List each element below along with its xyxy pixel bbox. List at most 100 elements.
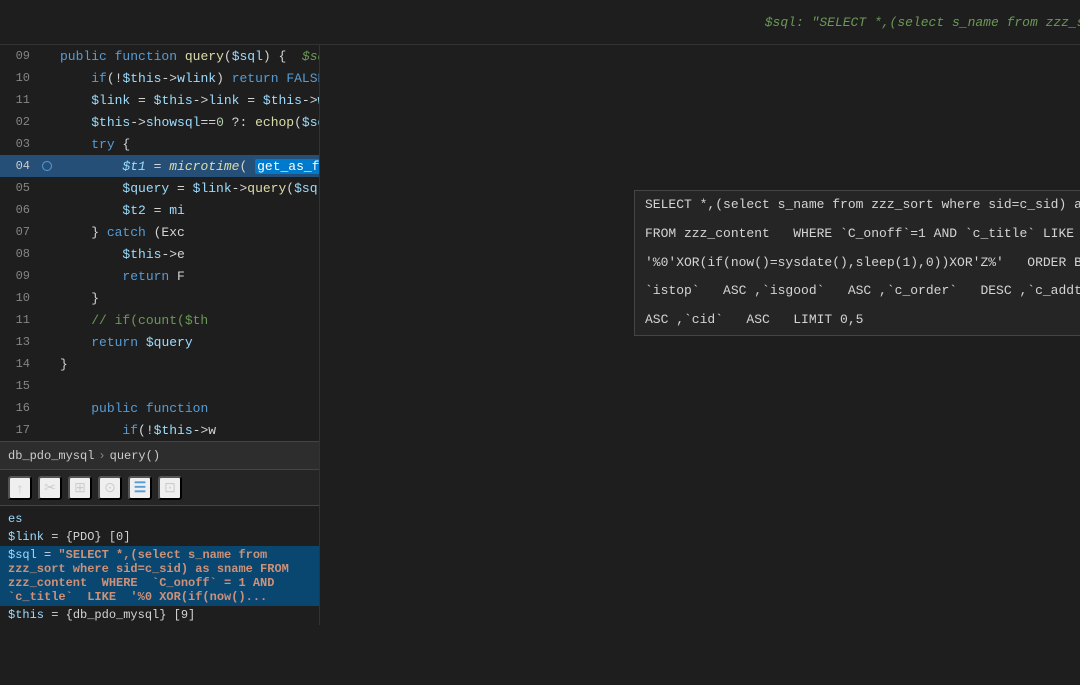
breadcrumb-method: query() xyxy=(110,449,160,463)
tooltip-text-4: `istop` ASC ,`isgood` ASC ,`c_order` DES… xyxy=(645,281,1080,302)
left-panel: 09 public function query($sql) { $sql: "… xyxy=(0,45,320,685)
code-line-08: 08 $this->e xyxy=(0,243,319,265)
code-line-06: 06 $t2 = mi xyxy=(0,199,319,221)
top-comment-where: $sql: "SELECT *,(select s_name from zzz_… xyxy=(765,15,1080,30)
line-content-03: try { xyxy=(56,137,319,152)
breadcrumb-file: db_pdo_mysql xyxy=(8,449,94,463)
code-line-02: 02 $this->showsql==0 ?: echop($sql); $sq… xyxy=(0,111,319,133)
var-name-link: $link xyxy=(8,530,44,544)
line-num-09: 09 xyxy=(0,49,38,63)
code-lines: 09 public function query($sql) { $sql: "… xyxy=(0,45,319,441)
line-num-05: 05 xyxy=(0,181,38,195)
toolbar-btn-list[interactable]: ☰ xyxy=(128,476,152,500)
tooltip-text-3: '%0'XOR(if(now()=sysdate(),sleep(1),0))X… xyxy=(645,253,1080,274)
code-line-17: 17 if(!$this->w xyxy=(0,419,319,441)
var-entry-cookie[interactable]: $_COOKIE = {array} [3] xyxy=(0,624,319,625)
line-num-11: 11 xyxy=(0,93,38,107)
line-content-06: $t2 = mi xyxy=(56,203,319,218)
code-line-15: 15 xyxy=(0,375,319,397)
toolbar-btn-grid[interactable]: ⊡ xyxy=(158,476,182,500)
breadcrumb-bar: db_pdo_mysql › query() xyxy=(0,441,319,469)
line-content-13: return $query xyxy=(56,335,319,350)
breadcrumb-separator: › xyxy=(98,449,105,463)
line-content-09: public function query($sql) { $sql: "SEL… xyxy=(56,49,319,64)
line-num-06: 06 xyxy=(0,203,38,217)
code-line-09: 09 public function query($sql) { $sql: "… xyxy=(0,45,319,67)
tooltip-text-5: ASC ,`cid` ASC LIMIT 0,5 xyxy=(645,310,863,331)
line-num-10: 10 xyxy=(0,71,38,85)
tooltip-text-2: FROM zzz_content WHERE `C_onoff`=1 AND `… xyxy=(645,224,1074,245)
code-line-10: 10 if(!$this->wlink) return FALSE; xyxy=(0,67,319,89)
line-num-15: 15 xyxy=(0,379,38,393)
editor-container: $sql: "SELECT *,(select s_name from zzz_… xyxy=(0,0,1080,685)
var-eq-link: = {PDO} [0] xyxy=(51,530,130,544)
breakpoint-icon[interactable] xyxy=(42,161,52,171)
code-line-13: 13 return $query xyxy=(0,331,319,353)
toolbar-btn-upload[interactable]: ↑ xyxy=(8,476,32,500)
line-num-11b: 11 xyxy=(0,313,38,327)
var-entry-sql[interactable]: $sql = "SELECT *,(select s_name from zzz… xyxy=(0,546,319,606)
line-num-04: 04 xyxy=(0,159,38,173)
tooltip-text-1: SELECT *,(select s_name from zzz_sort wh… xyxy=(645,195,1080,216)
code-line-07: 07 } catch (Exc xyxy=(0,221,319,243)
top-comment-text: $sql: "SELECT *,(select s_name from zzz_… xyxy=(8,15,1080,30)
sql-panel: SELECT *,(select s_name from zzz_sort wh… xyxy=(320,45,1080,685)
line-num-17: 17 xyxy=(0,423,38,437)
var-entry-this[interactable]: $this = {db_pdo_mysql} [9] xyxy=(0,606,319,624)
line-num-09b: 09 xyxy=(0,269,38,283)
highlight-token: get_as_float: xyxy=(255,159,319,174)
tooltip-line-4: `istop` ASC ,`isgood` ASC ,`c_order` DES… xyxy=(635,277,1080,306)
debug-toolbar: ↑ ✂ ⊞ ⊙ ☰ ⊡ xyxy=(0,469,319,505)
line-num-08: 08 xyxy=(0,247,38,261)
code-line-05: 05 $query = $link->query($sql); xyxy=(0,177,319,199)
var-eq-sql: = xyxy=(44,548,58,562)
line-content-02: $this->showsql==0 ?: echop($sql); $sql: … xyxy=(56,115,319,130)
tooltip-line-5: ASC ,`cid` ASC LIMIT 0,5 xyxy=(635,306,1080,335)
line-content-07: } catch (Exc xyxy=(56,225,319,240)
tooltip-line-1: SELECT *,(select s_name from zzz_sort wh… xyxy=(635,191,1080,220)
var-eq-this: = {db_pdo_mysql} [9] xyxy=(51,608,195,622)
code-line-14: 14 } xyxy=(0,353,319,375)
var-entry-link[interactable]: $link = {PDO} [0] xyxy=(0,528,319,546)
line-content-16: public function xyxy=(56,401,319,416)
code-line-10b: 10 } xyxy=(0,287,319,309)
code-editor: 09 public function query($sql) { $sql: "… xyxy=(0,45,320,625)
top-comment-bar: $sql: "SELECT *,(select s_name from zzz_… xyxy=(0,0,1080,45)
line-content-09b: return F xyxy=(56,269,319,284)
line-content-14: } xyxy=(56,357,319,372)
line-num-03: 03 xyxy=(0,137,38,151)
line-content-17: if(!$this->w xyxy=(56,423,319,438)
line-num-13: 13 xyxy=(0,335,38,349)
line-content-10b: } xyxy=(56,291,319,306)
line-content-10: if(!$this->wlink) return FALSE; xyxy=(56,71,319,86)
variable-panel: es $link = {PDO} [0] $sql = "SELECT *,(s… xyxy=(0,505,319,625)
tooltip-line-3: '%0'XOR(if(now()=sysdate(),sleep(1),0))X… xyxy=(635,249,1080,278)
var-name-es: es xyxy=(8,512,22,526)
tooltip-line-2: FROM zzz_content WHERE `C_onoff`=1 AND `… xyxy=(635,220,1080,249)
line-num-10b: 10 xyxy=(0,291,38,305)
line-gutter-04 xyxy=(38,161,56,171)
tooltip-panel: SELECT *,(select s_name from zzz_sort wh… xyxy=(634,190,1080,336)
line-content-04: $t1 = microtime( get_as_float: 1); xyxy=(56,159,319,174)
line-num-02: 02 xyxy=(0,115,38,129)
line-content-08: $this->e xyxy=(56,247,319,262)
var-name-sql: $sql xyxy=(8,548,37,562)
toolbar-btn-table[interactable]: ⊞ xyxy=(68,476,92,500)
editor-main: 09 public function query($sql) { $sql: "… xyxy=(0,45,1080,685)
code-line-09b: 09 return F xyxy=(0,265,319,287)
line-content-05: $query = $link->query($sql); xyxy=(56,181,319,196)
code-line-04: 04 $t1 = microtime( get_as_float: 1); xyxy=(0,155,319,177)
line-num-14: 14 xyxy=(0,357,38,371)
code-line-11: 11 $link = $this->link = $this->wlink; l… xyxy=(0,89,319,111)
toolbar-btn-cut[interactable]: ✂ xyxy=(38,476,62,500)
line-num-07: 07 xyxy=(0,225,38,239)
line-num-16: 16 xyxy=(0,401,38,415)
var-name-this: $this xyxy=(8,608,44,622)
line-content-11: $link = $this->link = $this->wlink; link… xyxy=(56,93,319,108)
line-content-11b: // if(count($th xyxy=(56,313,319,328)
code-line-16: 16 public function xyxy=(0,397,319,419)
code-line-11b: 11 // if(count($th xyxy=(0,309,319,331)
toolbar-btn-circle[interactable]: ⊙ xyxy=(98,476,122,500)
var-entry-es[interactable]: es xyxy=(0,510,319,528)
code-line-03: 03 try { xyxy=(0,133,319,155)
